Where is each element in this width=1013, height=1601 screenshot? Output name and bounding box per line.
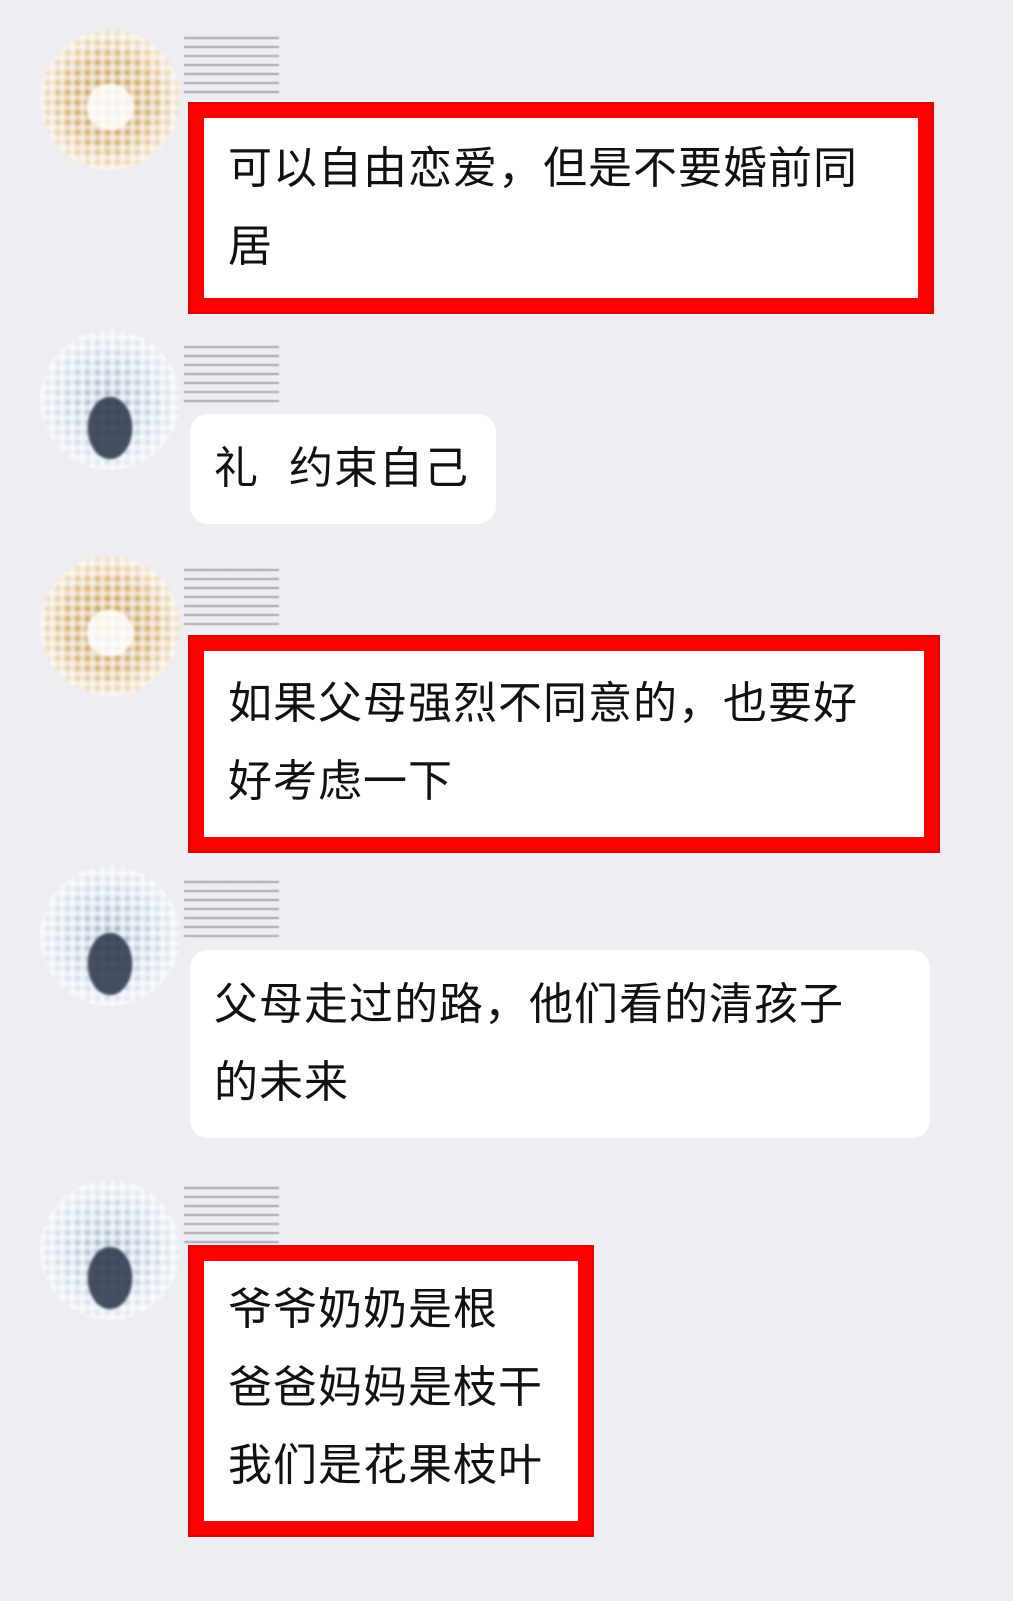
message-bubble[interactable]: 礼 约束自己	[190, 414, 496, 524]
message-bubble-highlighted[interactable]: 爷爷奶奶是根 爸爸妈妈是枝干 我们是花果枝叶	[188, 1245, 594, 1537]
avatar[interactable]	[40, 30, 180, 170]
avatar[interactable]	[40, 1180, 180, 1320]
sender-name-blurred	[184, 36, 279, 96]
message-bubble-highlighted[interactable]: 如果父母强烈不同意的，也要好 好考虑一下	[188, 635, 940, 853]
avatar[interactable]	[40, 866, 180, 1006]
message-text-line: 爷爷奶奶是根	[228, 1284, 498, 1335]
message-text-line: 的未来	[214, 1057, 349, 1108]
message-text-line: 可以自由恋爱，但是不要婚前同	[228, 143, 858, 194]
sender-name-blurred	[184, 880, 279, 940]
message-bubble-highlighted[interactable]: 可以自由恋爱，但是不要婚前同 居	[188, 102, 934, 314]
avatar[interactable]	[40, 330, 180, 470]
sender-name-blurred	[184, 568, 279, 628]
sender-name-blurred	[184, 345, 279, 405]
message-text-line: 好考虑一下	[228, 756, 453, 807]
message-text-line: 如果父母强烈不同意的，也要好	[228, 678, 858, 729]
message-text-line: 居	[228, 221, 273, 272]
message-bubble[interactable]: 父母走过的路，他们看的清孩子 的未来	[190, 950, 930, 1138]
message-text-line: 礼 约束自己	[214, 443, 469, 494]
avatar[interactable]	[40, 556, 180, 696]
message-text-line: 爸爸妈妈是枝干	[228, 1362, 543, 1413]
message-text-line: 我们是花果枝叶	[228, 1440, 543, 1491]
message-text-line: 父母走过的路，他们看的清孩子	[214, 979, 844, 1030]
sender-name-blurred	[184, 1186, 279, 1246]
